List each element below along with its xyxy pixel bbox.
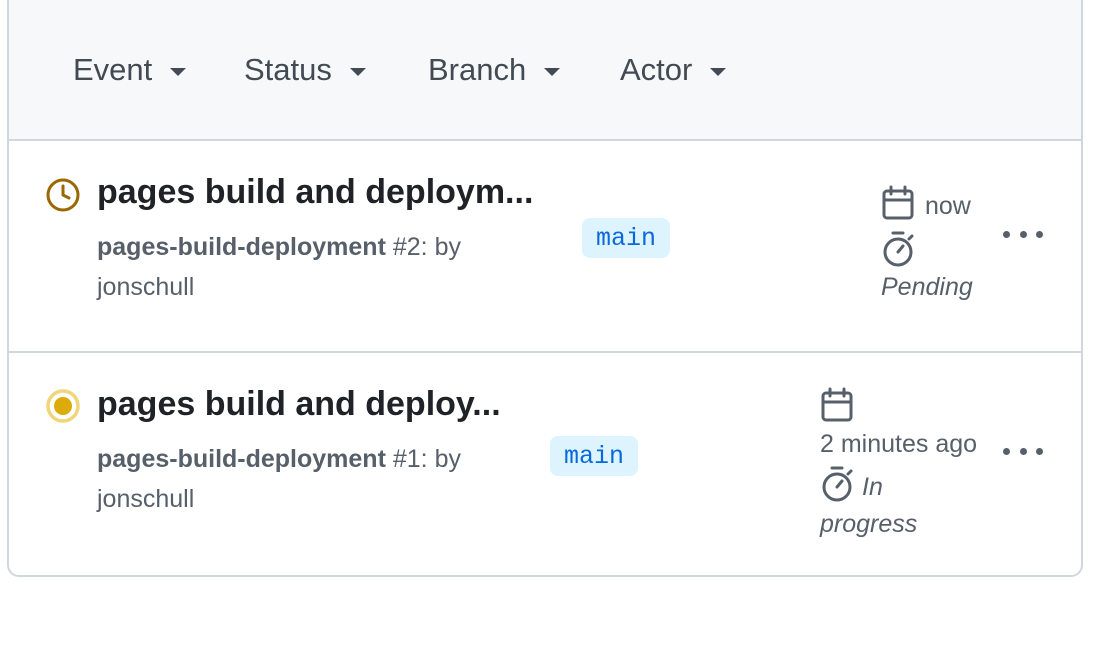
run-number: #1: [392, 445, 421, 473]
actor-name: jonschull: [97, 485, 195, 513]
by-text: : by: [420, 233, 461, 261]
run-time: now: [925, 192, 971, 220]
workflow-runs-panel: Event Status Branch Actor pages build an…: [7, 0, 1083, 577]
calendar-icon: [820, 387, 854, 430]
stopwatch-icon: [881, 230, 915, 275]
actor-filter-dropdown[interactable]: Actor: [620, 50, 727, 90]
calendar-icon: [881, 185, 915, 228]
chevron-down-icon: [544, 67, 561, 76]
run-duration-part: progress: [820, 510, 918, 538]
chevron-down-icon: [170, 67, 187, 76]
run-title-link[interactable]: pages build and deploy...: [97, 385, 501, 424]
run-duration: Pending: [881, 273, 973, 301]
event-filter-label: Event: [73, 52, 153, 87]
branch-filter-dropdown[interactable]: Branch: [428, 50, 561, 90]
actor-name: jonschull: [97, 273, 195, 301]
clock-icon: [45, 177, 81, 218]
branch-filter-label: Branch: [428, 52, 527, 87]
filter-bar: Event Status Branch Actor: [9, 0, 1081, 141]
more-options-button[interactable]: [1003, 441, 1043, 461]
stopwatch-icon: [820, 465, 854, 510]
run-time: 2 minutes ago: [820, 430, 978, 458]
run-title-link[interactable]: pages build and deploym...: [97, 173, 533, 212]
branch-label[interactable]: main: [582, 218, 671, 258]
kebab-horizontal-icon: [1003, 230, 1010, 238]
workflow-name: pages-build-deployment: [97, 233, 386, 261]
more-options-button[interactable]: [1003, 224, 1043, 244]
branch-label[interactable]: main: [550, 436, 639, 476]
run-duration-part: In: [862, 473, 883, 501]
run-number: #2: [392, 233, 421, 261]
run-timing: now Pending: [881, 185, 973, 302]
workflow-name: pages-build-deployment: [97, 445, 386, 473]
run-meta: pages-build-deployment #2: by jonschull: [97, 227, 537, 307]
kebab-horizontal-icon: [1003, 447, 1010, 455]
by-text: : by: [420, 445, 461, 473]
status-filter-label: Status: [244, 52, 332, 87]
workflow-run-row[interactable]: pages build and deploy... pages-build-de…: [9, 353, 1081, 575]
event-filter-dropdown[interactable]: Event: [73, 50, 187, 90]
chevron-down-icon: [349, 67, 366, 76]
chevron-down-icon: [710, 67, 727, 76]
status-filter-dropdown[interactable]: Status: [244, 50, 366, 90]
workflow-run-row[interactable]: pages build and deploym... pages-build-d…: [9, 141, 1081, 353]
in-progress-icon: [45, 388, 81, 429]
run-timing: 2 minutes ago In progress: [820, 387, 1000, 539]
actor-filter-label: Actor: [620, 52, 693, 87]
run-meta: pages-build-deployment #1: by jonschull: [97, 439, 527, 519]
